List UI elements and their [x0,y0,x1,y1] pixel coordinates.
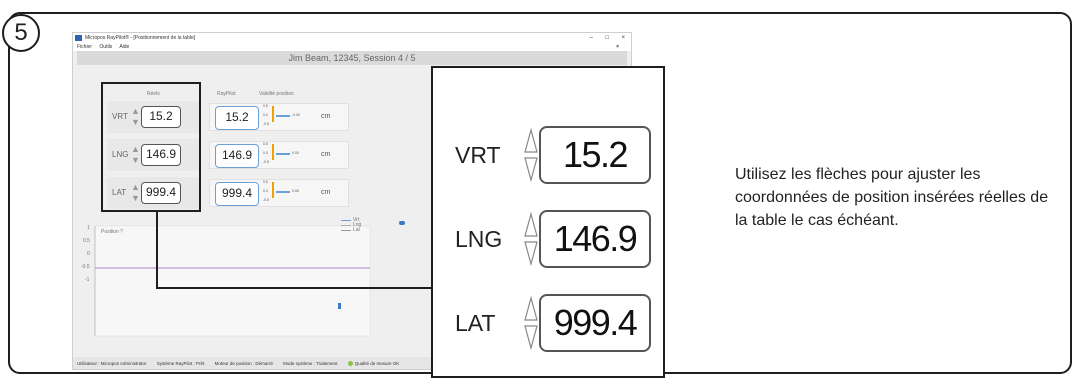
lat-gauge-bot: -0.5 [263,198,270,202]
zoom-row-vrt: VRT 15.2 [433,120,663,190]
lat-gauge-bar [272,182,274,198]
minimize-button[interactable]: – [590,33,593,43]
zoom-vrt-label: VRT [455,142,501,168]
vrt-gauge-arrow [276,115,290,117]
vrt-gauge-mid: 0.0 [263,113,268,117]
menu-fichier[interactable]: Fichier [77,44,92,50]
lng-gauge-bot: -0.5 [263,160,270,164]
lng-gauge-bar [272,144,274,160]
zoom-row-lat: LAT 999.4 [433,288,663,358]
zoom-lng-label: LNG [455,226,503,252]
lat-delta: 0.06 [292,189,299,193]
status-user: Utilisateur : Micropos Administrator [77,361,147,366]
lng-delta: 0.00 [292,151,299,155]
plot-ytick-0-5: 0.5 [83,238,90,244]
zoom-lat-value[interactable]: 999.4 [539,294,651,352]
timeline-marker[interactable] [338,303,341,309]
plot-ytick-1: 1 [87,225,90,231]
raypilot-header: RayPilot [217,91,236,97]
lng-unit: cm [321,151,331,158]
plot-ytick-neg-1: -1 [85,277,90,283]
vrt-raypilot-value: 15.2 [215,106,259,130]
lng-gauge-arrow [276,153,290,155]
vrt-delta: -0.02 [292,113,300,117]
vrt-gauge-bot: -0.5 [263,122,270,126]
document-close-button[interactable]: × [616,43,619,51]
plot-ytick-0: 0 [87,251,90,257]
zoom-lat-label: LAT [455,310,496,336]
zoom-lng-stepper-icon[interactable] [523,212,539,266]
callout-connector [156,212,431,289]
close-button[interactable]: × [621,33,625,43]
vrt-gauge-bar [272,106,274,122]
status-quality: Qualité de mesure OK [354,361,400,366]
status-mode: Mode système : Traitement [283,361,338,366]
quality-ok-icon [347,361,353,367]
lat-gauge-mid: 0.0 [263,189,268,193]
menu-bar: Fichier Outils Aide × [73,43,631,51]
lat-raypilot-value: 999.4 [215,182,259,206]
window-title: Micropos RayPilot® - [Positionnement de … [85,35,196,41]
app-icon [75,35,82,41]
zoom-vrt-stepper-icon[interactable] [523,128,539,182]
lat-gauge-arrow [276,191,290,193]
lat-gauge-top: 0.5 [263,180,268,184]
lng-gauge-top: 0.5 [263,142,268,146]
lng-gauge-mid: 0.0 [263,151,268,155]
instruction-text: Utilisez les flèches pour ajuster les co… [735,166,1049,229]
zoom-row-lng: LNG 146.9 [433,204,663,274]
session-banner: Jim Beam, 12345, Session 4 / 5 [77,51,627,65]
vrt-unit: cm [321,113,331,120]
highlight-reels-column [101,82,201,212]
zoom-callout: VRT 15.2 LNG 146.9 LAT 999.4 [431,66,665,378]
plot-title: Position ? [101,229,123,235]
status-motor: Moteur de position : Démarré [214,361,273,366]
plot-ytick-neg-0-5: -0.5 [81,264,90,270]
zoom-vrt-value[interactable]: 15.2 [539,126,651,184]
status-system: Système RayPilot : Prêt [156,361,205,366]
step-number-badge: 5 [2,14,40,52]
lng-raypilot-value: 146.9 [215,144,259,168]
zoom-lat-stepper-icon[interactable] [523,296,539,350]
vrt-gauge-top: 0.5 [263,104,268,108]
maximize-button[interactable]: □ [605,33,609,43]
menu-outils[interactable]: Outils [99,44,112,50]
title-bar: Micropos RayPilot® - [Positionnement de … [73,33,631,43]
validite-header: Validité position [259,91,294,97]
lat-unit: cm [321,189,331,196]
zoom-lng-value[interactable]: 146.9 [539,210,651,268]
menu-aide[interactable]: Aide [119,44,129,50]
